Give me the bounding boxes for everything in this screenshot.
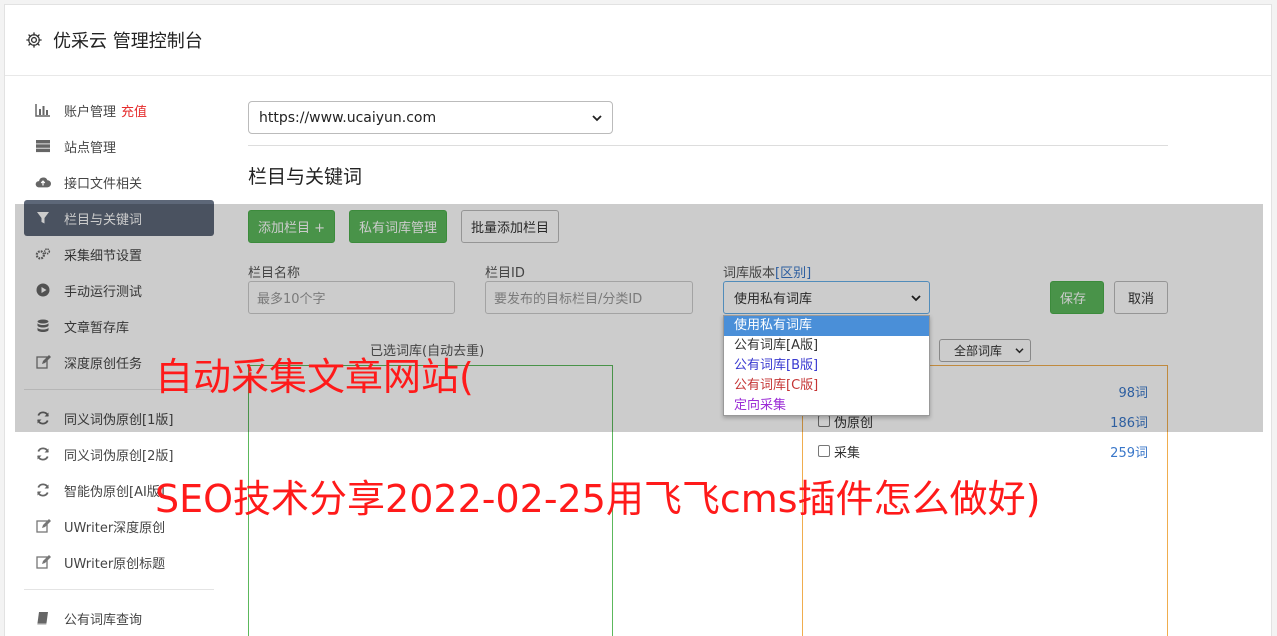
lib-row-count: 259词	[1110, 445, 1148, 461]
sidebar-item-label: 账户管理	[64, 104, 117, 120]
checkbox[interactable]	[818, 445, 830, 457]
sidebar-item-label: 站点管理	[64, 140, 117, 156]
dropdown-option-public-b[interactable]: 公有词库[B版]	[724, 356, 929, 376]
sidebar-item-uwriter-title[interactable]: UWriter原创标题	[24, 544, 214, 580]
sidebar-item-synonym-v2[interactable]: 同义词伪原创[2版]	[24, 436, 214, 472]
edit-icon	[35, 554, 51, 570]
sidebar-item-sites[interactable]: 站点管理	[24, 128, 214, 164]
recharge-link[interactable]: 充值	[121, 101, 147, 120]
refresh-icon	[35, 446, 51, 462]
page-title: 优采云 管理控制台	[53, 31, 203, 52]
refresh-icon	[35, 482, 51, 498]
dropdown-option-public-c[interactable]: 公有词库[C版]	[724, 376, 929, 396]
site-select-value: https://www.ucaiyun.com	[259, 109, 437, 126]
cloud-upload-icon	[35, 174, 51, 190]
sidebar-item-label: 智能伪原创[AI版]	[64, 484, 165, 500]
sidebar-item-label: 同义词伪原创[2版]	[64, 448, 174, 464]
sidebar-item-account[interactable]: 账户管理 充值	[24, 92, 214, 128]
sidebar-item-label: 接口文件相关	[64, 176, 143, 192]
chevron-down-icon	[592, 114, 602, 121]
dropdown-option-targeted[interactable]: 定向采集	[724, 396, 929, 416]
sidebar-item-label: UWriter原创标题	[64, 556, 166, 572]
lib-row-label: 采集	[834, 445, 861, 461]
dropdown-option-public-a[interactable]: 公有词库[A版]	[724, 336, 929, 356]
watermark-line-1: 自动采集文章网站(	[155, 355, 474, 399]
sidebar-item-label: 公有词库查询	[64, 612, 143, 628]
list-item[interactable]: 采集 259词	[818, 439, 1148, 463]
book-icon	[35, 610, 51, 626]
bar-chart-icon	[35, 102, 51, 118]
lib-row-label-wrap: 采集	[818, 442, 860, 461]
site-select[interactable]: https://www.ucaiyun.com	[248, 101, 613, 134]
gear-icon	[26, 32, 42, 48]
section-title: 栏目与关键词	[248, 166, 363, 188]
sidebar-item-public-lib[interactable]: 公有词库查询	[24, 600, 214, 636]
main-content: https://www.ucaiyun.com 栏目与关键词	[248, 101, 1168, 189]
divider	[248, 145, 1168, 146]
dropdown-option-private[interactable]: 使用私有词库	[724, 316, 929, 336]
sidebar-divider	[24, 589, 214, 590]
lib-version-dropdown: 使用私有词库 公有词库[A版] 公有词库[B版] 公有词库[C版] 定向采集	[723, 315, 930, 416]
sidebar-item-interface[interactable]: 接口文件相关	[24, 164, 214, 200]
edit-icon	[35, 518, 51, 534]
watermark-line-2: SEO技术分享2022-02-25用飞飞cms插件怎么做好)	[155, 477, 1041, 521]
sidebar-item-label: UWriter深度原创	[64, 520, 166, 536]
header: 优采云 管理控制台	[5, 5, 1271, 76]
server-icon	[35, 138, 51, 154]
